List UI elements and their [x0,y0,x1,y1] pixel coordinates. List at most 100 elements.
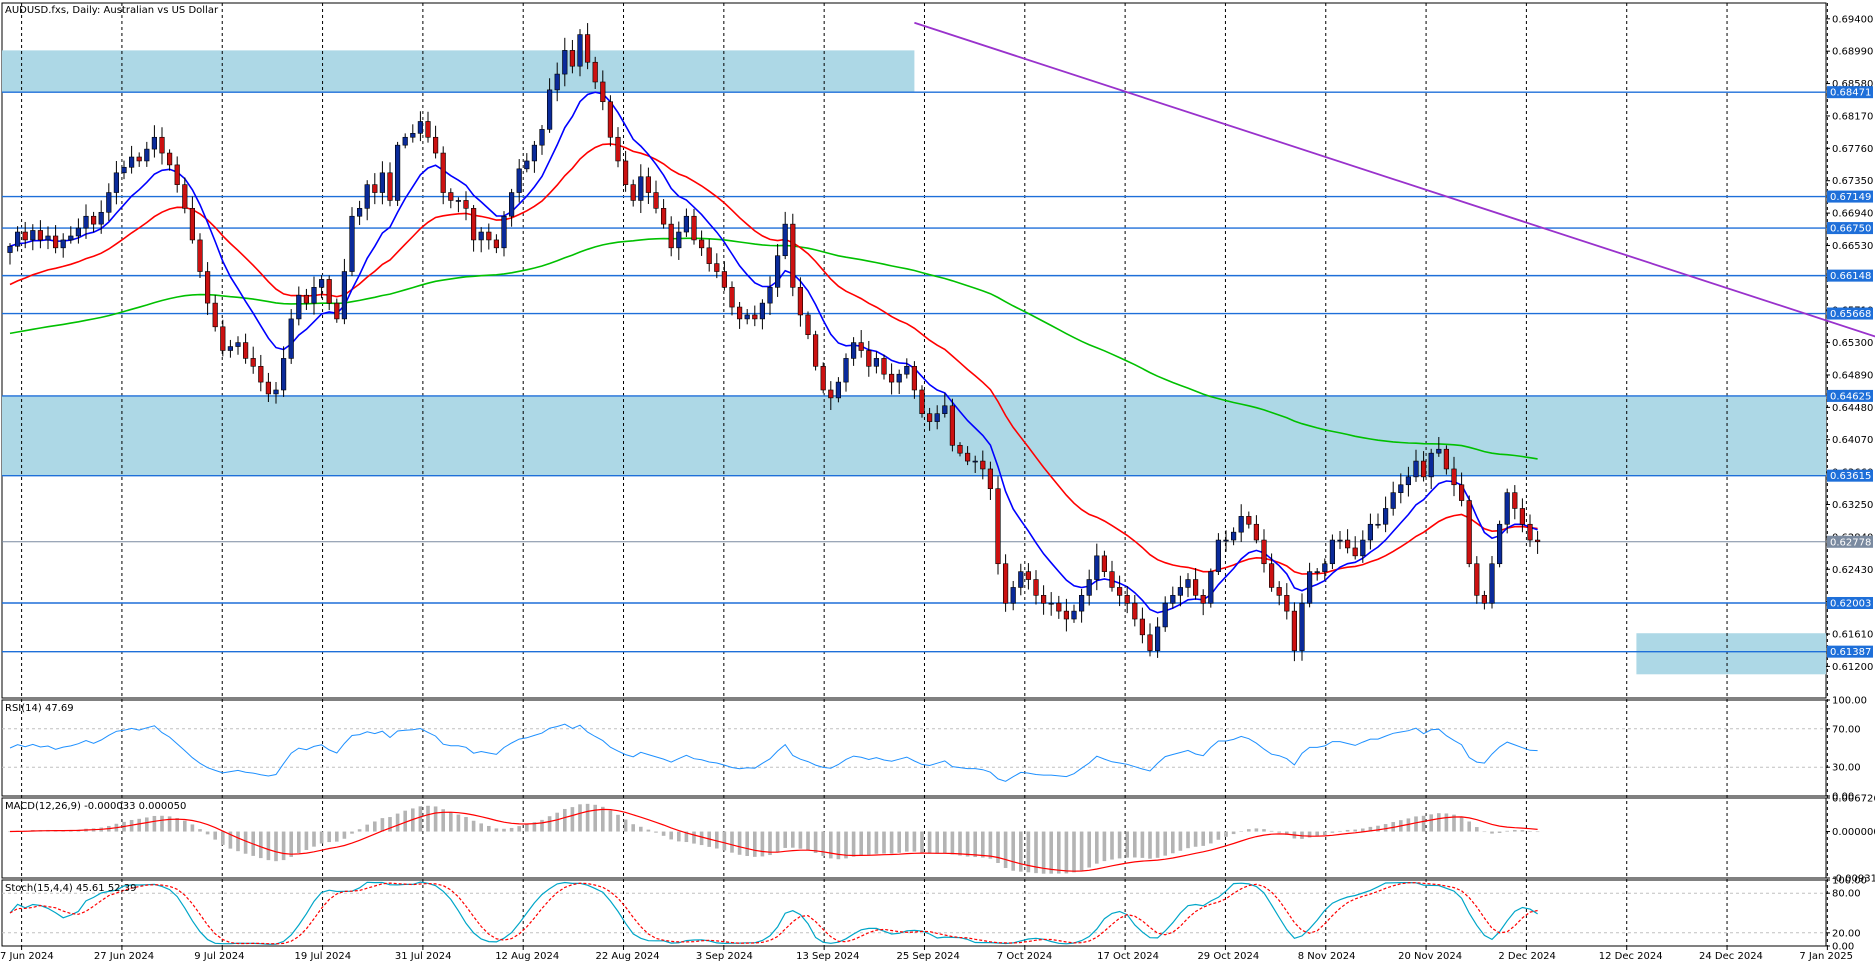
rsi-label: RSI(14) 47.69 [5,703,74,714]
macd-bar [183,820,187,832]
macd-bar [418,806,423,832]
macd-bar [631,824,635,832]
macd-bar [616,814,620,832]
candle-body [752,314,758,320]
price-tick-label: 0.63250 [1832,500,1873,511]
macd-bar [1520,830,1525,832]
candle-body [280,358,287,391]
macd-bar [669,831,673,840]
macd-bar [259,831,263,859]
macd-bar [433,806,438,832]
level-tag-label: 0.63615 [1830,471,1871,482]
macd-bar [608,810,613,832]
candle-body [341,271,348,320]
macd-bar [236,831,240,852]
candle-body [486,231,492,241]
candle-body [919,389,925,414]
candle-body [273,389,279,395]
macd-bar [274,831,278,862]
macd-bar [160,815,164,832]
candle-body [52,235,59,249]
macd-bar [517,826,521,832]
macd-bar [540,819,544,832]
macd-bar [190,824,195,832]
candle-body [1535,539,1541,542]
candle-body [478,231,484,241]
candle-body [75,227,81,237]
stoch-tick-label: 20.00 [1832,928,1861,939]
macd-bar [1079,831,1084,871]
candle-body [539,129,545,146]
candle-body [1307,571,1313,604]
candle-body [881,358,887,375]
candle-body [1124,595,1130,604]
candle-body [1041,595,1047,604]
macd-bar [1323,831,1327,836]
candle-body [1497,523,1503,565]
candle-body [607,101,613,138]
macd-bar [1186,831,1190,849]
macd-bar [395,813,400,832]
macd-bar [297,831,301,853]
price-tick-label: 0.66940 [1832,209,1873,220]
candle-body [1519,508,1525,525]
candle-body [1489,563,1495,604]
candle-body [68,235,74,241]
macd-bar [1475,827,1479,832]
candle [790,213,796,297]
macd-bar [722,831,727,851]
candle-body [455,200,462,202]
candle-body [1398,484,1404,493]
price-tick-label: 0.69400 [1832,14,1873,25]
candle-body [1383,508,1389,525]
level-tag-label: 0.67149 [1830,192,1871,203]
macd-bar [1467,821,1471,832]
candle-body [1276,587,1282,596]
macd-bar [874,831,879,854]
macd-bar [1414,816,1418,832]
candle-body [972,460,978,463]
macd-bar [753,831,757,857]
candle-body [1094,555,1100,580]
macd-bar [555,812,559,832]
candle-body [432,136,439,154]
candle-body [1139,618,1145,636]
level-tag: 0.67149 [1827,190,1873,203]
date-tick-label: 3 Sep 2024 [696,951,753,962]
macd-bar [692,831,696,844]
macd-bar [623,819,628,832]
candle-body [1269,563,1275,588]
candle-body [1322,563,1328,572]
candle-body [1329,539,1335,565]
candle-body [630,184,636,201]
candle-body [174,164,180,185]
candle-body [1512,492,1518,509]
candle-body [562,50,568,75]
candle-body [1345,539,1351,549]
candle-body [394,144,401,201]
candle-body [926,413,933,422]
macd-bar [1178,831,1183,851]
candle-body [896,373,902,383]
candle-body [167,152,173,166]
level-tag: 0.63615 [1827,469,1873,482]
macd-bar [950,831,955,855]
macd-bar [502,828,506,832]
macd-bar [1459,816,1464,832]
candle-body [1284,595,1290,612]
candle-body [1056,602,1062,612]
macd-bar [760,831,765,857]
candle-body [577,34,583,67]
macd-bar [380,818,385,832]
level-tag-label: 0.62003 [1830,598,1871,609]
candle-body [1185,579,1191,588]
candle-body [1018,571,1024,588]
candle-body [235,342,241,347]
candle-body [463,200,469,209]
price-tick-label: 0.68990 [1832,47,1873,58]
stoch-tick-label: 100.00 [1832,876,1867,887]
macd-bar [365,824,369,832]
macd-bar [464,817,468,832]
candle-body [744,314,750,320]
candle-body [546,89,553,130]
